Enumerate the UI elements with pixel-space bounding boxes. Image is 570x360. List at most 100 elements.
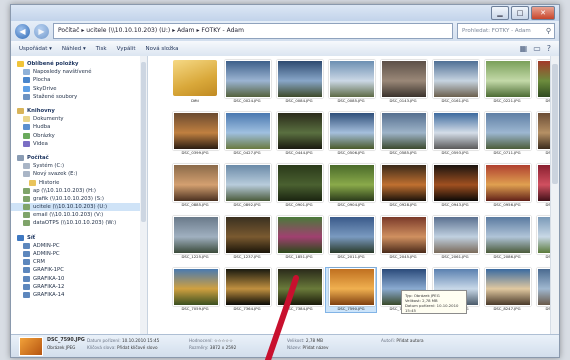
nav-item-documents[interactable]: Dokumenty xyxy=(11,115,147,123)
nav-item-pc[interactable]: ADMIN-PC xyxy=(11,242,147,250)
photo-image xyxy=(485,60,531,98)
file-thumbnail[interactable]: DSC_0084.JPG xyxy=(274,60,324,104)
file-thumbnail[interactable]: DSC_0892.JPG xyxy=(222,164,272,208)
nav-scroll-thumb[interactable] xyxy=(141,62,146,222)
print-button[interactable]: Tisk xyxy=(96,46,107,52)
file-thumbnail[interactable]: DSC_0399.JPG xyxy=(170,112,220,156)
file-thumbnail[interactable]: DSC_7384.JPG xyxy=(274,268,324,312)
nav-head-libraries[interactable]: Knihovny xyxy=(11,107,147,115)
file-thumbnail[interactable]: DSC_7059.JPG xyxy=(170,268,220,312)
new-folder-button[interactable]: Nová složka xyxy=(146,46,179,52)
nav-head-computer[interactable]: Počítač xyxy=(11,154,147,162)
organize-button[interactable]: Uspořádat ▾ xyxy=(19,46,52,52)
file-thumbnail[interactable]: DSC_7364.JPG xyxy=(222,268,272,312)
nav-item-pictures[interactable]: Obrázky xyxy=(11,132,147,140)
back-button[interactable]: ◀ xyxy=(15,23,30,39)
burn-button[interactable]: Vypálit xyxy=(117,46,136,52)
help-icon[interactable]: ? xyxy=(547,44,551,53)
file-thumbnail[interactable]: DSC_1237.JPG xyxy=(222,216,272,260)
pictures-icon xyxy=(23,132,30,139)
file-thumbnail[interactable]: DSC_2061.JPG xyxy=(430,216,480,260)
keywords-field[interactable]: Přidat klíčové slovo xyxy=(117,345,157,350)
nav-item-pc[interactable]: GRAFIKA-10 xyxy=(11,275,147,283)
file-thumbnail[interactable]: DSC_0444.JPG xyxy=(274,112,324,156)
author-field[interactable]: Přidat autora xyxy=(396,338,423,343)
file-thumbnail[interactable]: DSC_0085.JPG xyxy=(326,60,376,104)
file-thumbnail[interactable]: DSC_0904.JPG xyxy=(326,164,376,208)
nav-item-downloads[interactable]: Stažené soubory xyxy=(11,93,147,101)
nav-head-favorites[interactable]: Oblíbené položky xyxy=(11,60,147,68)
breadcrumb-item[interactable]: Počítač xyxy=(58,27,79,34)
folder-icon xyxy=(29,179,36,186)
preview-button[interactable]: Náhled ▾ xyxy=(62,46,86,52)
nav-item-folder[interactable]: Historie xyxy=(11,178,147,186)
breadcrumb-item[interactable]: FOTKY - Adam xyxy=(201,27,244,34)
close-button[interactable]: ✕ xyxy=(531,6,555,20)
photo-image xyxy=(485,216,531,254)
file-thumbnail[interactable]: DSC_0024.JPG xyxy=(222,60,272,104)
file-thumbnail[interactable]: DSC_0143.JPG xyxy=(378,60,428,104)
network-drive-icon xyxy=(23,212,30,219)
nav-item-network-drive[interactable]: ap (\\10.10.10.203) (H:) xyxy=(11,187,147,195)
file-thumbnail[interactable]: DSC_0427.JPG xyxy=(222,112,272,156)
file-thumbnail[interactable]: DSC_0161.JPG xyxy=(430,60,480,104)
pc-icon xyxy=(23,267,30,274)
breadcrumb-item[interactable]: Adam xyxy=(177,27,194,34)
nav-item-recent[interactable]: Naposledy navštívené xyxy=(11,68,147,76)
photo-image xyxy=(225,112,271,150)
breadcrumb[interactable]: Počítač ▸ ucitele (\\10.10.10.203) (U:) ▸ … xyxy=(53,23,453,39)
network-drive-icon xyxy=(23,204,30,211)
file-thumbnail[interactable]: DSC_0928.JPG xyxy=(378,164,428,208)
file-thumbnail[interactable]: DSC_2011.JPG xyxy=(326,216,376,260)
file-thumbnail[interactable]: DSC_0506.JPG xyxy=(326,112,376,156)
file-thumbnail[interactable]: DSC_0593.JPG xyxy=(430,112,480,156)
nav-item-network-drive[interactable]: dataOTPS (\\10.10.10.203) (W:) xyxy=(11,219,147,227)
folder-thumbnail[interactable]: Děti xyxy=(170,60,220,104)
nav-scrollbar[interactable] xyxy=(140,56,147,335)
nav-item-network-drive[interactable]: email (\\10.10.10.203) (V:) xyxy=(11,211,147,219)
content-scrollbar[interactable] xyxy=(550,56,559,335)
nav-item-pc[interactable]: CRM xyxy=(11,258,147,266)
file-name-label: DSC_0585.JPG xyxy=(389,150,417,155)
file-name-label: DSC_1851.JPG xyxy=(285,254,313,259)
rating-stars[interactable]: ☆☆☆☆☆ xyxy=(214,338,233,343)
nav-item-skydrive[interactable]: SkyDrive xyxy=(11,85,147,93)
file-name-label: DSC_0901.JPG xyxy=(285,202,313,207)
file-thumbnail[interactable]: DSC_0585.JPG xyxy=(378,112,428,156)
file-thumbnail[interactable]: DSC_8247.JPG xyxy=(482,268,532,312)
content-scroll-thumb[interactable] xyxy=(552,64,558,184)
title-field[interactable]: Přidat název xyxy=(302,345,328,350)
file-thumbnail[interactable]: DSC_2045.JPG xyxy=(378,216,428,260)
nav-item-pc[interactable]: ADMIN-PC xyxy=(11,250,147,258)
nav-item-network-drive-selected[interactable]: ucitele (\\10.10.10.203) (U:) xyxy=(11,203,147,212)
photo-image xyxy=(329,268,375,306)
forward-button[interactable]: ▶ xyxy=(34,23,49,39)
maximize-button[interactable]: □ xyxy=(511,6,529,20)
nav-item-videos[interactable]: Videa xyxy=(11,140,147,148)
nav-item-pc[interactable]: GRAFIK-1PC xyxy=(11,266,147,274)
view-options-icon[interactable]: ▦ xyxy=(520,44,528,53)
nav-item-desktop[interactable]: Plocha xyxy=(11,76,147,84)
file-thumbnail[interactable]: DSC_0221.JPG xyxy=(482,60,532,104)
nav-item-drive[interactable]: Nový svazek (E:) xyxy=(11,170,147,178)
file-thumbnail[interactable]: DSC_0885.JPG xyxy=(170,164,220,208)
file-thumbnail[interactable]: DSC_1851.JPG xyxy=(274,216,324,260)
nav-item-pc[interactable]: GRAFIKA-14 xyxy=(11,291,147,299)
file-thumbnail-selected[interactable]: DSC_7590.JPG xyxy=(325,267,377,313)
nav-item-pc[interactable]: GRAFIKA-12 xyxy=(11,283,147,291)
file-thumbnail[interactable]: DSC_0956.JPG xyxy=(482,164,532,208)
file-thumbnail[interactable]: DSC_0901.JPG xyxy=(274,164,324,208)
nav-item-network-drive[interactable]: grafik (\\10.10.10.203) (S:) xyxy=(11,195,147,203)
details-filetype: Obrázek JPEG xyxy=(47,344,76,350)
file-thumbnail[interactable]: DSC_0943.JPG xyxy=(430,164,480,208)
file-thumbnail[interactable]: DSC_1225.JPG xyxy=(170,216,220,260)
preview-pane-icon[interactable]: ▭ xyxy=(533,44,541,53)
breadcrumb-item[interactable]: ucitele (\\10.10.10.203) (U:) xyxy=(86,27,170,34)
nav-item-music[interactable]: Hudba xyxy=(11,123,147,131)
file-thumbnail[interactable]: DSC_0711.JPG xyxy=(482,112,532,156)
search-input[interactable]: Prohledat: FOTKY - Adam ⚲ xyxy=(457,23,555,39)
minimize-button[interactable]: ▁ xyxy=(491,6,509,20)
file-thumbnail[interactable]: DSC_2086.JPG xyxy=(482,216,532,260)
nav-item-drive[interactable]: Systém (C:) xyxy=(11,162,147,170)
nav-head-network[interactable]: Síť xyxy=(11,234,147,242)
